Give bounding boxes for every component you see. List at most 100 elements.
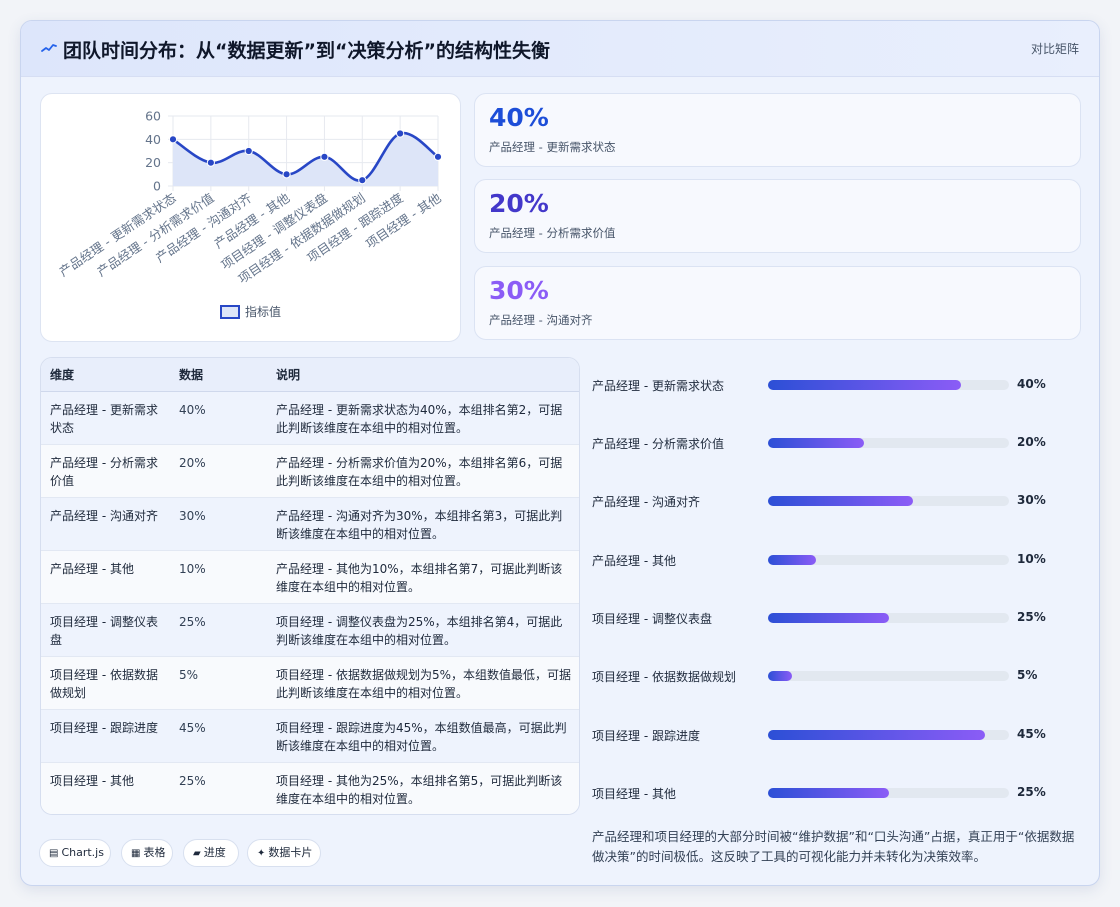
data-table: 维度 数据 说明 产品经理 - 更新需求状态 40% 产品经理 - 更新需求状态为4… [40,357,580,815]
progress-icon: ▰ [193,848,201,859]
kpi-label: 产品经理 - 沟通对齐 [489,313,593,327]
dimension-cell: 项目经理 - 其他 [50,773,134,788]
kpi-value: 40% [489,103,549,132]
progress-row: 产品经理 - 其他 10% [592,550,1081,570]
value-cell: 25% [179,773,206,788]
progress-track [768,380,1009,390]
kpi-card: 40% 产品经理 - 更新需求状态 [474,93,1081,167]
progress-row: 项目经理 - 其他 25% [592,783,1081,803]
progress-fill [768,613,889,623]
table-row: 产品经理 - 其他 10% 产品经理 - 其他为10%，本组排名第7，可据此判断该维… [41,550,579,603]
table-row: 项目经理 - 跟踪进度 45% 项目经理 - 跟踪进度为45%，本组数值最高，可据此… [41,709,579,762]
description-cell: 项目经理 - 跟踪进度为45%，本组数值最高，可据此判断该维度在本组中的相对位置… [276,720,567,753]
value-cell: 40% [179,402,206,417]
legend-swatch [220,305,240,319]
y-tick-label: 40 [145,132,161,147]
dashboard-card: 团队时间分布：从“数据更新”到“决策分析”的结构性失衡 对比矩阵 0 20 40 60… [20,20,1100,886]
dimension-cell: 产品经理 - 其他 [50,561,134,576]
progress-value: 25% [1017,785,1046,799]
progress-track [768,555,1009,565]
kpi-label: 产品经理 - 更新需求状态 [489,140,616,154]
data-point [244,146,253,156]
summary-text: 产品经理和项目经理的大部分时间被“维护数据”和“口头沟通”占据，真正用于“依据数… [592,829,1075,864]
progress-row: 项目经理 - 调整仪表盘 25% [592,608,1081,628]
progress-value: 5% [1017,668,1038,682]
progress-row: 项目经理 - 依据数据做规划 5% [592,666,1081,686]
progress-value: 20% [1017,435,1046,449]
data-point [358,176,367,185]
progress-label: 项目经理 - 跟踪进度 [592,729,700,743]
description-cell: 项目经理 - 依据数据做规划为5%，本组数值最低，可据此判断该维度在本组中的相对… [276,667,571,700]
progress-list: 产品经理 - 更新需求状态 40% 产品经理 - 分析需求价值 20% 产品经理 - 沟… [592,365,1081,831]
progress-fill [768,671,793,681]
progress-label: 产品经理 - 分析需求价值 [592,437,724,451]
description-cell: 产品经理 - 其他为10%，本组排名第7，可据此判断该维度在本组中的相对位置。 [276,561,563,594]
table-row: 产品经理 - 更新需求状态 40% 产品经理 - 更新需求状态为40%，本组排名第2… [41,391,579,444]
kpi-card: 20% 产品经理 - 分析需求价值 [474,179,1081,253]
progress-label: 项目经理 - 其他 [592,787,676,801]
progress-value: 10% [1017,552,1046,566]
table-icon: ▦ [131,848,141,859]
kpi-label: 产品经理 - 分析需求价值 [489,226,616,240]
table-row: 项目经理 - 其他 25% 项目经理 - 其他为25%，本组排名第5，可据此判断该维… [41,762,579,814]
data-point [168,135,178,144]
chart-icon: ▤ [49,848,59,859]
chip-label: 数据卡片 [268,846,313,859]
chip-label: 进度 [203,846,226,859]
progress-value: 40% [1017,377,1046,391]
line-chart-panel: 0 20 40 60 产品经理 - 更新需求状态 产品经理 - 分析需求价值 产品经理 - … [40,93,461,342]
page-title: 团队时间分布：从“数据更新”到“决策分析”的结构性失衡 [63,40,550,62]
tag-chip[interactable]: ▰ 进度 [183,839,239,867]
column-header: 维度 [41,358,170,392]
data-point [396,129,405,138]
kpi-card: 30% 产品经理 - 沟通对齐 [474,266,1081,340]
data-point [206,158,215,167]
value-cell: 45% [179,720,206,735]
table-row: 项目经理 - 调整仪表盘 25% 项目经理 - 调整仪表盘为25%，本组排名第4，可… [41,603,579,656]
progress-fill [768,496,913,506]
progress-row: 产品经理 - 更新需求状态 40% [592,375,1081,395]
description-cell: 产品经理 - 分析需求价值为20%，本组排名第6，可据此判断该维度在本组中的相对… [276,455,563,488]
description-cell: 产品经理 - 沟通对齐为30%，本组排名第3，可据此判断该维度在本组中的相对位置… [276,508,563,541]
description-cell: 项目经理 - 其他为25%，本组排名第5，可据此判断该维度在本组中的相对位置。 [276,773,563,806]
chip-label: 表格 [143,846,166,859]
card-header: 团队时间分布：从“数据更新”到“决策分析”的结构性失衡 对比矩阵 [21,21,1099,77]
data-point [282,170,291,179]
progress-row: 项目经理 - 跟踪进度 45% [592,725,1081,745]
dimension-cell: 产品经理 - 更新需求状态 [50,402,158,435]
dimension-cell: 产品经理 - 分析需求价值 [50,455,158,488]
legend-label: 指标值 [245,304,281,319]
column-header: 说明 [267,358,579,392]
progress-row: 产品经理 - 分析需求价值 20% [592,433,1081,453]
progress-value: 30% [1017,493,1046,507]
progress-fill [768,438,865,448]
progress-fill [768,555,817,565]
progress-track [768,438,1009,448]
dimension-cell: 产品经理 - 沟通对齐 [50,508,158,523]
kpi-value: 20% [489,189,549,218]
column-header: 数据 [170,358,267,392]
value-cell: 10% [179,561,206,576]
value-cell: 25% [179,614,206,629]
progress-label: 产品经理 - 更新需求状态 [592,379,724,393]
progress-fill [768,380,961,390]
progress-label: 项目经理 - 依据数据做规划 [592,670,736,684]
dimension-cell: 项目经理 - 依据数据做规划 [50,667,158,700]
value-cell: 30% [179,508,206,523]
line-chart: 0204060产品经理 - 更新需求状态产品经理 - 分析需求价值产品经理 - … [56,109,444,319]
progress-track [768,613,1009,623]
progress-track [768,788,1009,798]
progress-track [768,730,1009,740]
value-cell: 20% [179,455,206,470]
tag-chip[interactable]: ▦ 表格 [121,839,173,867]
tag-chip[interactable]: ✦ 数据卡片 [247,839,321,867]
table-row: 产品经理 - 分析需求价值 20% 产品经理 - 分析需求价值为20%，本组排名第6… [41,444,579,497]
progress-fill [768,730,985,740]
y-tick-label: 0 [153,179,161,194]
description-cell: 产品经理 - 更新需求状态为40%，本组排名第2，可据此判断该维度在本组中的相对… [276,402,563,435]
progress-label: 产品经理 - 沟通对齐 [592,495,700,509]
dimension-cell: 项目经理 - 跟踪进度 [50,720,158,735]
tag-chip[interactable]: ▤ Chart.js [39,839,111,867]
comparison-matrix-button[interactable]: 对比矩阵 [1031,40,1079,57]
table-row: 项目经理 - 依据数据做规划 5% 项目经理 - 依据数据做规划为5%，本组数值最低… [41,656,579,709]
